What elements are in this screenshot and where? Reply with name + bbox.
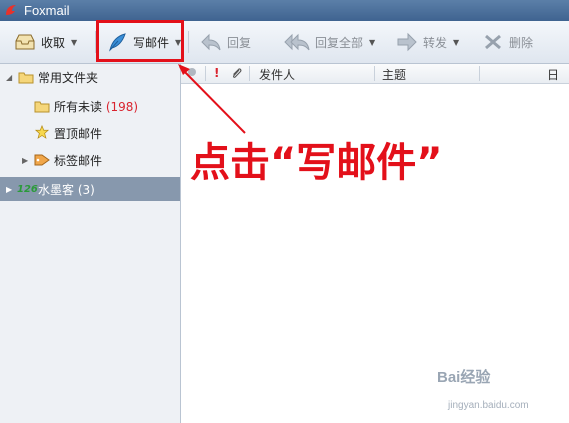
watermark-url: jingyan.baidu.com	[448, 400, 529, 411]
watermark-logo: Bai经验	[437, 369, 491, 386]
pointer-arrow	[178, 64, 246, 134]
callout-text: 点击“写邮件”	[190, 140, 443, 186]
